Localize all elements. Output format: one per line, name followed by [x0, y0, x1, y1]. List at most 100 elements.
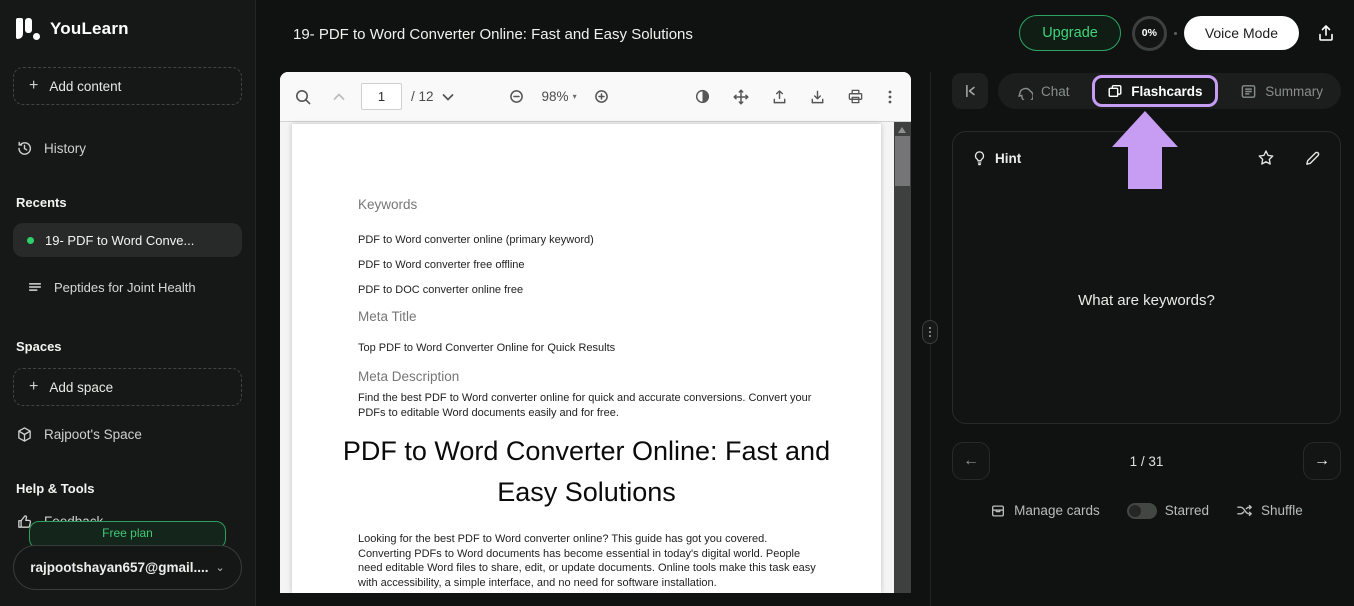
collapse-panel-icon [962, 83, 978, 99]
doc-meta-title-heading: Meta Title [358, 309, 881, 324]
pan-tool-icon[interactable] [732, 88, 750, 106]
flashcard-controls: Manage cards Starred Shuffle [952, 502, 1341, 519]
sidebar: YouLearn + Add content History Recents 1… [0, 0, 256, 606]
recent-item-peptides[interactable]: Peptides for Joint Health [13, 270, 242, 304]
card-counter: 1 / 31 [952, 454, 1341, 469]
page-count-label: / 12 [411, 89, 434, 104]
tab-flashcards[interactable]: Flashcards [1092, 75, 1217, 107]
study-panel: Chat Flashcards Summary Hint Wha [952, 72, 1341, 606]
app-logo[interactable]: YouLearn [13, 0, 242, 43]
recent-item-label: Peptides for Joint Health [54, 280, 196, 295]
plus-icon: + [29, 78, 38, 94]
help-tools-heading: Help & Tools [13, 481, 242, 496]
recents-heading: Recents [13, 195, 242, 210]
account-menu-button[interactable]: rajpootshayan657@gmail.... ⌄ [13, 545, 242, 590]
search-icon[interactable] [294, 88, 312, 106]
doc-keywords-heading: Keywords [358, 197, 881, 212]
recent-item-pdf-to-word[interactable]: 19- PDF to Word Conve... [13, 223, 242, 257]
upgrade-button[interactable]: Upgrade [1019, 15, 1121, 51]
shuffle-button[interactable]: Shuffle [1236, 502, 1303, 519]
zoom-in-icon[interactable] [593, 88, 611, 106]
caret-down-icon: ▾ [573, 92, 577, 101]
tab-summary[interactable]: Summary [1232, 83, 1331, 100]
collapse-panel-button[interactable] [952, 73, 988, 109]
add-space-button[interactable]: + Add space [13, 368, 242, 406]
doc-keyword-line: PDF to Word converter free offline [358, 259, 881, 271]
plus-icon: + [29, 379, 38, 395]
doc-meta-description: Find the best PDF to Word converter onli… [358, 391, 818, 421]
history-label: History [44, 141, 86, 156]
annotation-arrow-up-icon [1112, 111, 1178, 147]
panel-tabbar: Chat Flashcards Summary [998, 73, 1341, 109]
scrollbar-thumb[interactable] [895, 136, 910, 186]
flashcard-question: What are keywords? [953, 292, 1340, 309]
panel-resize-handle[interactable] [922, 320, 938, 344]
zoom-out-icon[interactable] [508, 88, 526, 106]
manage-cards-button[interactable]: Manage cards [990, 503, 1100, 519]
list-lines-icon [27, 279, 43, 295]
zoom-level-dropdown[interactable]: 98% ▾ [542, 89, 577, 104]
pdf-page: Keywords PDF to Word converter online (p… [292, 124, 881, 593]
theme-contrast-icon[interactable] [694, 88, 711, 105]
voice-mode-button[interactable]: Voice Mode [1184, 16, 1299, 50]
add-space-label: Add space [49, 380, 113, 395]
chevron-down-icon: ⌄ [216, 561, 225, 574]
scroll-up-arrow-icon[interactable] [898, 127, 906, 133]
more-options-kebab-icon[interactable] [883, 89, 897, 105]
cube-icon [16, 426, 33, 443]
summary-doc-icon [1240, 83, 1257, 100]
progress-badge[interactable]: 0% [1132, 16, 1167, 51]
add-content-label: Add content [49, 79, 121, 94]
starred-toggle[interactable] [1127, 503, 1157, 519]
youlearn-logo-icon [13, 15, 41, 43]
annotation-arrow-shaft [1128, 146, 1162, 189]
previous-page-icon[interactable] [331, 89, 347, 105]
document-content: Keywords PDF to Word converter online (p… [292, 124, 881, 593]
open-file-icon[interactable] [771, 88, 788, 105]
doc-meta-description-heading: Meta Description [358, 369, 881, 384]
pdf-viewer: / 12 98% ▾ [280, 72, 911, 593]
card-box-icon [990, 503, 1006, 519]
header-actions: Upgrade 0% Voice Mode [1019, 15, 1336, 51]
doc-meta-title: Top PDF to Word Converter Online for Qui… [358, 342, 881, 354]
recent-item-label: 19- PDF to Word Conve... [45, 233, 194, 248]
pdf-toolbar: / 12 98% ▾ [280, 72, 911, 122]
pdf-scrollbar[interactable] [894, 122, 911, 593]
share-icon[interactable] [1316, 23, 1336, 43]
history-clock-icon [16, 140, 33, 157]
starred-label: Starred [1165, 503, 1209, 518]
chat-bubble-icon [1016, 83, 1033, 100]
doc-keyword-line: PDF to DOC converter online free [358, 284, 881, 296]
separator-dot [1174, 32, 1177, 35]
flashcards-icon [1107, 83, 1123, 99]
account-email: rajpootshayan657@gmail.... [30, 560, 208, 575]
shuffle-icon [1236, 502, 1253, 519]
space-item-label: Rajpoot's Space [44, 427, 142, 442]
tab-chat[interactable]: Chat [1008, 83, 1078, 100]
pdf-scroll-area[interactable]: Keywords PDF to Word converter online (p… [280, 122, 911, 593]
star-icon[interactable] [1257, 149, 1275, 167]
tab-flashcards-label: Flashcards [1131, 84, 1202, 99]
flashcard-pager: ← 1 / 31 → [952, 442, 1341, 480]
hint-label: Hint [995, 151, 1021, 166]
sidebar-item-history[interactable]: History [13, 136, 242, 160]
spaces-heading: Spaces [13, 339, 242, 354]
print-icon[interactable] [847, 88, 864, 105]
tab-chat-label: Chat [1041, 84, 1070, 99]
download-icon[interactable] [809, 88, 826, 105]
manage-cards-label: Manage cards [1014, 503, 1100, 518]
add-content-button[interactable]: + Add content [13, 67, 242, 105]
active-dot-icon [27, 237, 34, 244]
starred-filter[interactable]: Starred [1127, 503, 1209, 519]
tab-summary-label: Summary [1265, 84, 1323, 99]
content-title: 19- PDF to Word Converter Online: Fast a… [293, 26, 693, 43]
lightbulb-icon [972, 150, 987, 166]
sidebar-item-rajpoots-space[interactable]: Rajpoot's Space [13, 422, 242, 446]
edit-pencil-icon[interactable] [1304, 150, 1321, 167]
doc-main-heading: PDF to Word Converter Online: Fast and E… [292, 431, 881, 513]
page-number-input[interactable] [361, 83, 402, 110]
shuffle-label: Shuffle [1261, 503, 1303, 518]
doc-intro-paragraph: Looking for the best PDF to Word convert… [358, 532, 823, 591]
next-page-icon[interactable] [440, 89, 456, 105]
doc-keyword-line: PDF to Word converter online (primary ke… [358, 234, 881, 246]
